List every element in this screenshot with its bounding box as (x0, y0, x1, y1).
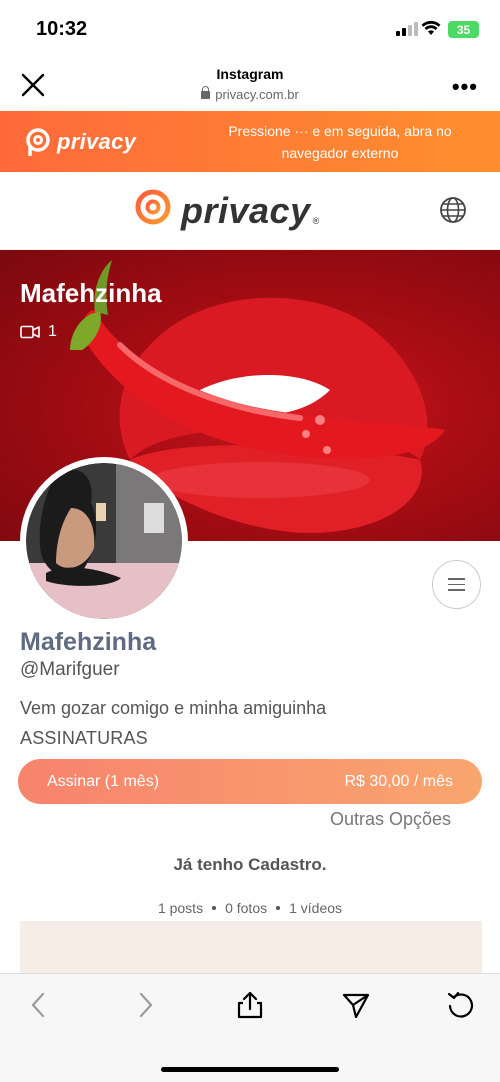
banner-logo: privacy (25, 128, 136, 156)
profile-bio: Vem gozar comigo e minha amiguinha (20, 698, 327, 718)
wifi-icon (421, 20, 441, 35)
videos-count[interactable]: 1 vídeos (289, 900, 342, 916)
media-count: 1 (20, 323, 57, 341)
login-link[interactable]: Já tenho Cadastro. (0, 855, 500, 875)
profile-name: Mafehzinha (20, 628, 157, 656)
subscribe-button[interactable]: Assinar (1 mês) R$ 30,00 / mês (18, 759, 482, 804)
video-count: 1 (48, 323, 57, 340)
battery-icon: 35 (448, 21, 479, 38)
other-options-link[interactable]: Outras Opções (330, 809, 451, 830)
chevron-right-icon[interactable] (130, 990, 160, 1020)
photos-count[interactable]: 0 fotos (225, 900, 267, 916)
browser-url: privacy.com.br (0, 86, 500, 102)
status-time: 10:32 (36, 18, 88, 40)
home-indicator (161, 1067, 339, 1072)
content-preview[interactable] (20, 921, 482, 973)
site-logo[interactable]: privacy ® (133, 189, 325, 233)
subscribe-label: Assinar (1 mês) (47, 772, 160, 790)
subscriptions-title: ASSINATURAS (20, 728, 148, 748)
chevron-left-icon[interactable] (24, 990, 54, 1020)
posts-count[interactable]: 1 posts (158, 900, 203, 916)
profile-stats: 1 posts 0 fotos 1 vídeos (0, 900, 500, 916)
send-icon[interactable] (341, 990, 371, 1020)
in-app-browser-header: Instagram privacy.com.br ••• (0, 56, 500, 112)
share-icon[interactable] (235, 990, 265, 1020)
browser-toolbar (0, 973, 500, 1082)
avatar-photo (26, 463, 182, 619)
status-bar: 10:32 35 (0, 0, 500, 56)
privacy-logo-icon (26, 128, 50, 156)
open-external-banner: privacy Pressione ··· e em seguida, abra… (0, 111, 500, 172)
avatar (20, 457, 188, 625)
reload-icon[interactable] (446, 990, 476, 1020)
profile-menu-button[interactable] (432, 560, 481, 609)
globe-icon[interactable] (439, 196, 467, 224)
browser-title: Instagram (216, 66, 284, 82)
hamburger-icon (448, 578, 465, 580)
signal-icon (396, 22, 418, 36)
banner-message: Pressione ··· e em seguida, abra no nave… (228, 123, 452, 161)
site-header: privacy ® (0, 172, 500, 250)
cover-name: Mafehzinha (20, 278, 162, 308)
video-icon (20, 325, 40, 339)
profile-handle: @Marifguer (20, 659, 120, 680)
banner-brand: privacy (57, 129, 137, 154)
battery-level: 35 (456, 22, 471, 37)
privacy-logo-icon (135, 189, 171, 233)
site-brand: privacy (181, 190, 311, 231)
registered-mark: ® (312, 216, 320, 226)
lock-icon (201, 86, 211, 99)
subscribe-price: R$ 30,00 / mês (344, 772, 454, 790)
browser-url-text: privacy.com.br (215, 87, 299, 102)
more-icon[interactable]: ••• (452, 74, 478, 100)
